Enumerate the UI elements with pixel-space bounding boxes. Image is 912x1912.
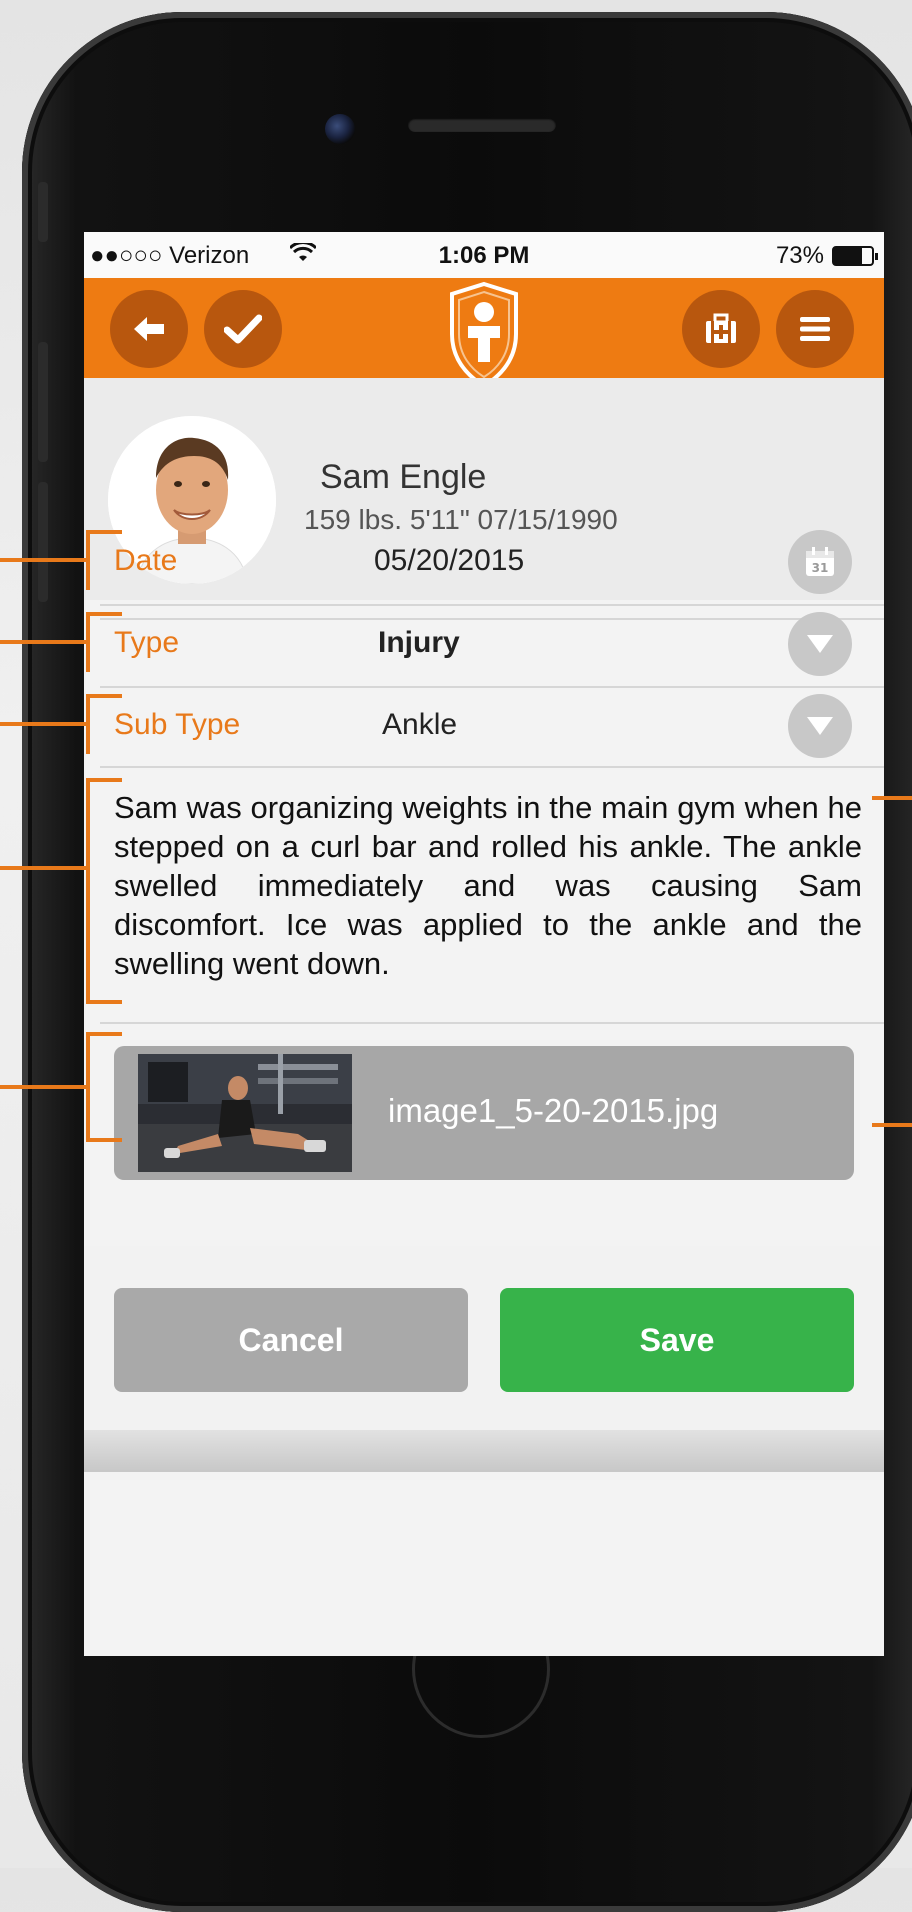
arrow-left-icon [134, 317, 164, 341]
callout-line [0, 1085, 86, 1089]
app-screen: ●●○○○ Verizon 1:06 PM 73% Sam Engle 159 … [84, 232, 884, 1656]
menu-button[interactable] [776, 290, 854, 368]
volume-down-button [38, 482, 48, 602]
battery-percent: 73% [775, 242, 824, 269]
callout-line [0, 558, 86, 562]
shield-logo-icon [450, 281, 518, 389]
type-dropdown-button[interactable] [788, 612, 852, 676]
clock: 1:06 PM [438, 242, 530, 269]
checkmark-icon [224, 314, 262, 344]
subtype-label: Sub Type [114, 708, 241, 741]
type-label: Type [114, 626, 180, 659]
divider [100, 604, 884, 606]
battery-fill [834, 248, 862, 264]
first-aid-kit-icon [706, 313, 736, 343]
callout-bracket [86, 694, 122, 754]
callout-line [0, 640, 86, 644]
date-label: Date [114, 544, 178, 577]
injury-photo [138, 1054, 352, 1172]
earpiece-speaker [408, 118, 556, 132]
status-bar: ●●○○○ Verizon 1:06 PM 73% [84, 232, 884, 278]
subtype-dropdown-button[interactable] [788, 694, 852, 758]
front-camera [325, 114, 355, 144]
medical-kit-button[interactable] [682, 290, 760, 368]
battery-icon [832, 246, 878, 266]
callout-line [872, 796, 912, 800]
callout-line [872, 1123, 912, 1127]
attachment-thumbnail[interactable] [138, 1054, 352, 1172]
volume-up-button [38, 342, 48, 462]
hamburger-menu-icon [800, 317, 830, 341]
battery-status: 73% [775, 242, 878, 270]
callout-bracket [86, 1032, 122, 1142]
incident-notes[interactable]: Sam was organizing weights in the main g… [114, 788, 862, 983]
date-value[interactable]: 05/20/2015 [374, 544, 524, 578]
svg-text:31: 31 [812, 561, 829, 575]
type-value[interactable]: Injury [378, 626, 460, 660]
attachment-item[interactable]: image1_5-20-2015.jpg [114, 1046, 854, 1180]
callout-bracket [86, 530, 122, 590]
nav-bar [84, 278, 884, 389]
callout-line [0, 866, 86, 870]
divider [100, 686, 884, 688]
divider [100, 618, 884, 620]
save-button[interactable]: Save [500, 1288, 854, 1392]
callout-line [0, 722, 86, 726]
divider [100, 1022, 884, 1024]
back-button[interactable] [110, 290, 188, 368]
chevron-down-icon [807, 635, 833, 653]
divider [100, 766, 884, 768]
chevron-down-icon [807, 717, 833, 735]
footer-bar: Cancel Save [84, 1246, 884, 1430]
callout-bracket [86, 778, 122, 1004]
athlete-name: Sam Engle [320, 458, 487, 496]
confirm-button[interactable] [204, 290, 282, 368]
athlete-stats: 159 lbs. 5'11" 07/15/1990 [304, 504, 618, 535]
attachment-filename: image1_5-20-2015.jpg [388, 1092, 719, 1129]
callout-bracket [86, 612, 122, 672]
calendar-button[interactable]: 31 [788, 530, 852, 594]
mute-switch [38, 182, 48, 242]
cancel-button[interactable]: Cancel [114, 1288, 468, 1392]
calendar-icon: 31 [806, 547, 834, 576]
subtype-value[interactable]: Ankle [382, 708, 457, 742]
